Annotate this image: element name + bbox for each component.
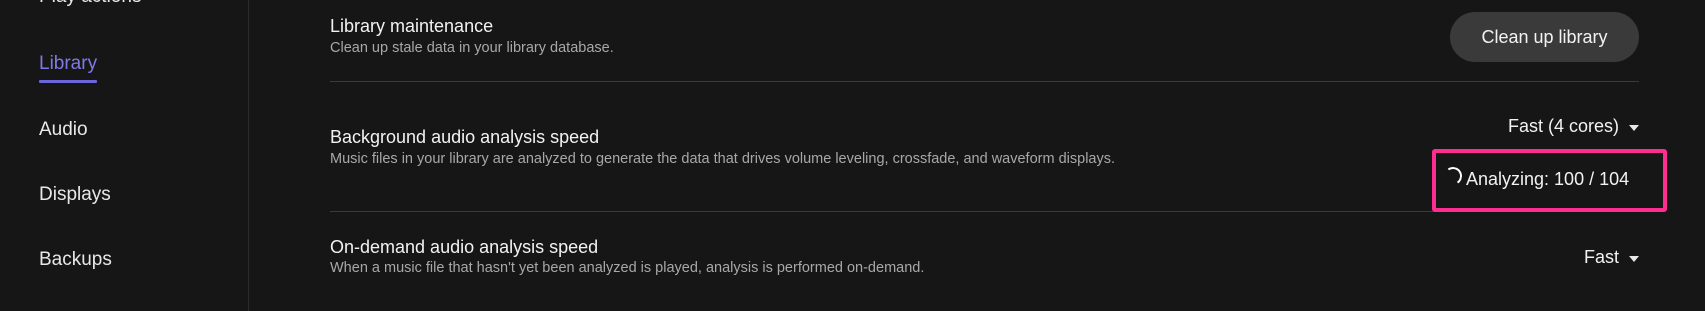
library-maintenance-title: Library maintenance: [330, 16, 494, 36]
analysis-status-highlight: Analyzing: 100 / 104: [1432, 149, 1667, 212]
spinner-icon: [1442, 165, 1464, 187]
on-demand-analysis-speed-value: Fast: [1583, 247, 1619, 267]
background-analysis-speed-dropdown[interactable]: Fast (4 cores): [1508, 116, 1639, 137]
caret-down-icon: [1629, 255, 1639, 262]
analysis-progress-text: Analyzing: 100 / 104: [1466, 169, 1630, 189]
on-demand-analysis-title: On-demand audio analysis speed: [330, 237, 599, 257]
sidebar-item-library[interactable]: Library: [39, 53, 98, 83]
sidebar-item-backups[interactable]: Backups: [39, 249, 112, 271]
settings-window: Play actions Library Audio Displays Back…: [0, 0, 1705, 311]
sidebar-item-displays[interactable]: Displays: [39, 184, 111, 206]
library-maintenance-row: Library maintenance Clean up stale data …: [330, 0, 1639, 82]
sidebar-item-play-actions[interactable]: Play actions: [39, 0, 141, 8]
clean-up-library-button[interactable]: Clean up library: [1450, 12, 1639, 62]
on-demand-analysis-speed-dropdown[interactable]: Fast: [1584, 247, 1639, 268]
background-analysis-speed-value: Fast (4 cores): [1507, 116, 1619, 136]
settings-sidebar: Play actions Library Audio Displays Back…: [0, 0, 249, 311]
on-demand-analysis-row: On-demand audio analysis speed When a mu…: [330, 212, 1639, 311]
sidebar-item-audio[interactable]: Audio: [39, 119, 88, 141]
on-demand-analysis-description: When a music file that hasn't yet been a…: [330, 260, 925, 276]
background-analysis-description: Music files in your library are analyzed…: [330, 151, 1116, 167]
caret-down-icon: [1629, 124, 1639, 131]
background-analysis-title: Background audio analysis speed: [330, 127, 600, 147]
library-maintenance-description: Clean up stale data in your library data…: [330, 40, 614, 56]
settings-content: Library maintenance Clean up stale data …: [249, 0, 1705, 311]
